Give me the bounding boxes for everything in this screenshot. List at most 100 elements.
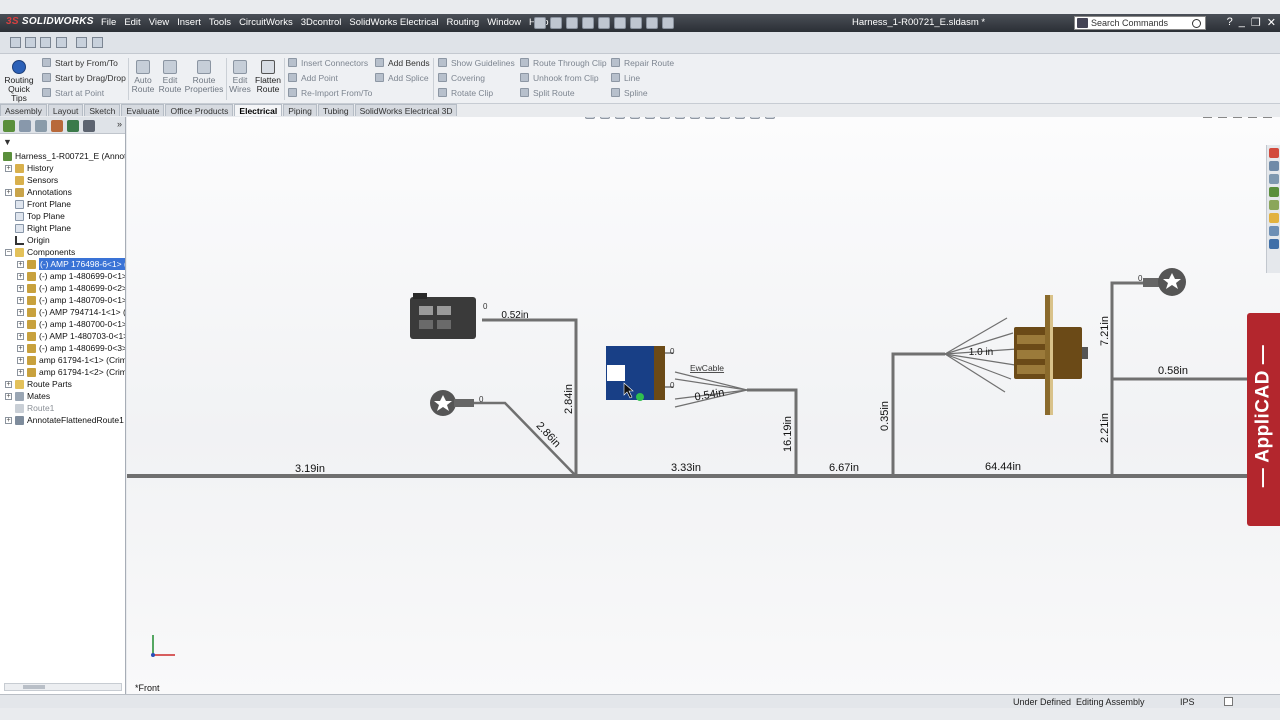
dim-branch-right-horizontal[interactable]: 0.58in xyxy=(1158,365,1188,377)
tree-item-annotations[interactable]: + Annotations xyxy=(0,186,125,198)
connector-housing-3[interactable] xyxy=(1014,295,1088,415)
tab-piping[interactable]: Piping xyxy=(283,104,317,116)
dim-branch-right-vertical[interactable]: 7.21in xyxy=(1099,316,1111,346)
tree-item-origin[interactable]: Origin xyxy=(0,234,125,246)
reimport-from-to-button[interactable]: Re-Import From/To xyxy=(288,88,372,98)
options-icon[interactable] xyxy=(662,17,674,29)
menu-tools[interactable]: Tools xyxy=(205,14,235,32)
branch-connector-3[interactable] xyxy=(891,352,945,476)
tree-item-front-plane[interactable]: Front Plane xyxy=(0,198,125,210)
tree-item-component[interactable]: + (-) amp 1-480709-0<1> xyxy=(0,294,125,306)
options-gear-icon[interactable] xyxy=(92,37,103,48)
restore-icon[interactable]: ❐ xyxy=(1251,16,1261,29)
routing-quick-tips-button[interactable]: Routing Quick Tips xyxy=(4,60,34,103)
menu-window[interactable]: Window xyxy=(483,14,525,32)
expand-icon[interactable]: + xyxy=(17,261,24,268)
spline-button[interactable]: Spline xyxy=(611,88,648,98)
expand-icon[interactable]: + xyxy=(17,357,24,364)
display-manager-tab-icon[interactable] xyxy=(67,120,79,132)
redo-icon[interactable] xyxy=(614,17,626,29)
route-through-clip-button[interactable]: Route Through Clip xyxy=(520,58,607,68)
edit-wires-button[interactable]: Edit Wires xyxy=(228,60,252,94)
menu-solidworks-electrical[interactable]: SolidWorks Electrical xyxy=(345,14,442,32)
menu-circuitworks[interactable]: CircuitWorks xyxy=(235,14,297,32)
expand-icon[interactable]: + xyxy=(17,309,24,316)
tree-item-components[interactable]: − Components xyxy=(0,246,125,258)
help-icon[interactable]: ? xyxy=(1227,16,1233,29)
tree-item-route-parts[interactable]: + Route Parts xyxy=(0,378,125,390)
new-icon[interactable] xyxy=(10,37,21,48)
solidworks-logo[interactable]: 3S SOLIDWORKS xyxy=(6,16,94,27)
search-commands-input[interactable]: Search Commands xyxy=(1074,16,1206,30)
unhook-from-clip-button[interactable]: Unhook from Clip xyxy=(520,73,599,83)
rebuild-icon[interactable] xyxy=(630,17,642,29)
configuration-tab-icon[interactable] xyxy=(35,120,47,132)
menu-file[interactable]: File xyxy=(97,14,120,32)
menu-routing[interactable]: Routing xyxy=(442,14,483,32)
filter-icon[interactable]: ▼ xyxy=(3,137,12,147)
repair-route-button[interactable]: Repair Route xyxy=(611,58,674,68)
chevron-right-icon[interactable]: » xyxy=(117,119,122,129)
tab-layout[interactable]: Layout xyxy=(47,104,84,116)
expand-icon[interactable]: + xyxy=(17,321,24,328)
file-properties-icon[interactable] xyxy=(646,17,658,29)
expand-icon[interactable]: + xyxy=(5,417,12,424)
dim-trunk-4[interactable]: 64.44in xyxy=(985,461,1021,473)
tab-sketch[interactable]: Sketch xyxy=(84,104,121,116)
menu-3dcontrol[interactable]: 3Dcontrol xyxy=(297,14,346,32)
split-route-button[interactable]: Split Route xyxy=(520,88,575,98)
property-manager-tab-icon[interactable] xyxy=(19,120,31,132)
expand-icon[interactable]: + xyxy=(5,189,12,196)
start-at-point-button[interactable]: Start at Point xyxy=(42,88,104,98)
menu-insert[interactable]: Insert xyxy=(173,14,205,32)
expand-icon[interactable]: + xyxy=(17,297,24,304)
flatten-route-button[interactable]: Flatten Route xyxy=(254,60,282,94)
add-bends-button[interactable]: Add Bends xyxy=(375,58,430,68)
expand-icon[interactable]: + xyxy=(5,393,12,400)
tree-item-annotate-flattened-route[interactable]: + AnnotateFlattenedRoute1 xyxy=(0,414,125,426)
dim-trunk-2[interactable]: 3.33in xyxy=(671,462,701,474)
collapse-icon[interactable]: − xyxy=(5,249,12,256)
tree-item-component[interactable]: + (-) amp 1-480699-0<3> xyxy=(0,342,125,354)
dim-connector-2[interactable]: 0.54in xyxy=(694,387,726,404)
show-guidelines-button[interactable]: Show Guidelines xyxy=(438,58,515,68)
tree-item-component[interactable]: + (-) amp 1-480699-0<2> xyxy=(0,282,125,294)
menu-view[interactable]: View xyxy=(145,14,173,32)
undo-icon[interactable] xyxy=(598,17,610,29)
route-properties-button[interactable]: Route Properties xyxy=(184,60,224,94)
dim-branch-vertical[interactable]: 2.84in xyxy=(563,384,575,414)
status-units[interactable]: IPS xyxy=(1180,697,1195,707)
tab-solidworks-electrical-3d[interactable]: SolidWorks Electrical 3D xyxy=(354,104,458,116)
add-point-button[interactable]: Add Point xyxy=(288,73,338,83)
expand-icon[interactable]: + xyxy=(5,381,12,388)
open-icon[interactable] xyxy=(550,17,562,29)
insert-connectors-button[interactable]: Insert Connectors xyxy=(288,58,368,68)
ring-terminal-1[interactable] xyxy=(430,390,474,416)
edit-route-button[interactable]: Edit Route xyxy=(157,60,183,94)
tree-item-component[interactable]: + (-) AMP 794714-1<1> (D xyxy=(0,306,125,318)
expand-icon[interactable]: + xyxy=(17,345,24,352)
rebuild-model-icon[interactable] xyxy=(76,37,87,48)
tree-item-history[interactable]: + History xyxy=(0,162,125,174)
dim-branch-right-lower[interactable]: 2.21in xyxy=(1099,413,1111,443)
tree-item-root[interactable]: Harness_1-R00721_E (Annotate xyxy=(0,150,125,162)
tree-item-right-plane[interactable]: Right Plane xyxy=(0,222,125,234)
tree-item-route1[interactable]: Route1 xyxy=(0,402,125,414)
menu-edit[interactable]: Edit xyxy=(120,14,144,32)
start-from-to-button[interactable]: Start by From/To xyxy=(42,58,118,68)
new-document-icon[interactable] xyxy=(534,17,546,29)
tree-item-component[interactable]: + (-) AMP 176498-6<1> (D xyxy=(0,258,125,270)
dim-connector-1[interactable]: 0.52in xyxy=(501,310,528,321)
panel-horizontal-scrollbar[interactable] xyxy=(4,683,122,691)
expand-icon[interactable]: + xyxy=(5,165,12,172)
tree-item-component[interactable]: + amp 61794-1<2> (Crimp xyxy=(0,366,125,378)
tab-office-products[interactable]: Office Products xyxy=(165,104,234,116)
print-file-icon[interactable] xyxy=(56,37,67,48)
expand-icon[interactable]: + xyxy=(17,273,24,280)
tab-evaluate[interactable]: Evaluate xyxy=(121,104,165,116)
rotate-clip-button[interactable]: Rotate Clip xyxy=(438,88,493,98)
tree-item-mates[interactable]: + Mates xyxy=(0,390,125,402)
tab-tubing[interactable]: Tubing xyxy=(317,104,354,116)
dim-connector-3[interactable]: 1.0 in xyxy=(969,347,993,358)
dimxpert-tab-icon[interactable] xyxy=(51,120,63,132)
